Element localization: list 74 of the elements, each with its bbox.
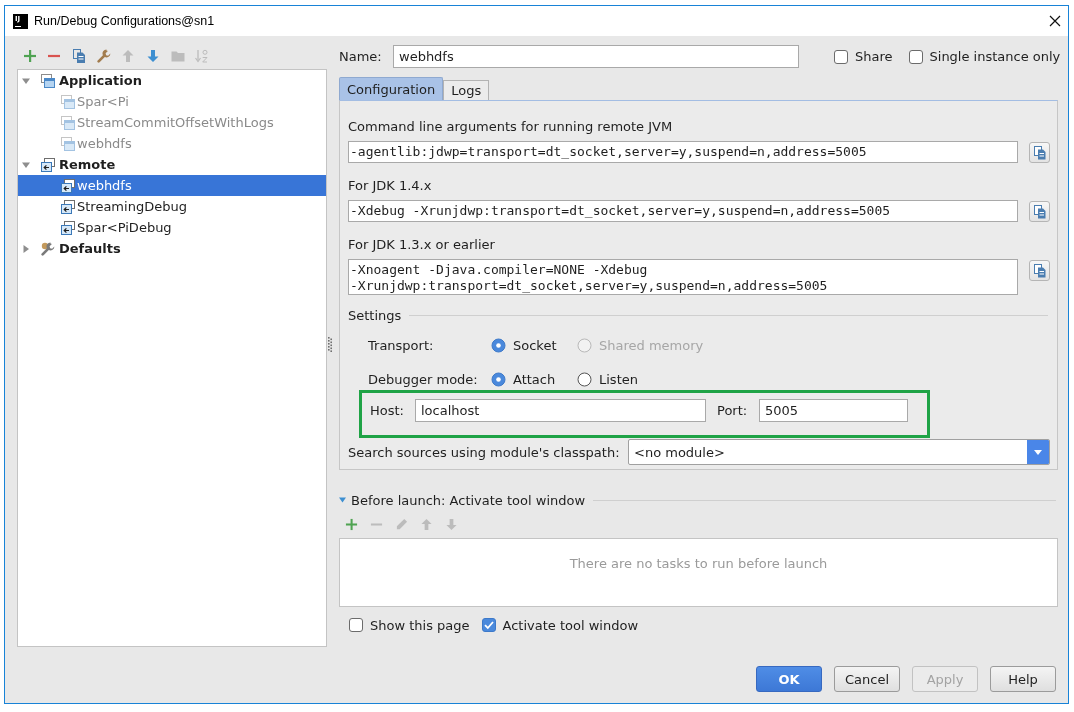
radio-label[interactable]: Socket: [513, 337, 557, 353]
radio-label: Shared memory: [599, 337, 704, 353]
remote-window-icon: [41, 157, 55, 172]
window-icon: [41, 73, 55, 88]
port-label: Port:: [717, 402, 749, 420]
checkbox-label[interactable]: Share: [855, 49, 893, 64]
radio-button[interactable]: [577, 371, 592, 387]
module-dropdown[interactable]: <no module>: [628, 439, 1050, 465]
tab[interactable]: Configuration: [339, 77, 444, 100]
tree-item[interactable]: StreamingDebug: [18, 196, 326, 217]
host-label: Host:: [370, 402, 405, 420]
field-label: For JDK 1.3.x or earlier: [348, 237, 496, 253]
tree-item[interactable]: webhdfs: [18, 175, 326, 196]
window-icon: [61, 94, 75, 109]
checkbox[interactable]: [908, 49, 923, 64]
wrench-icon: [41, 241, 55, 256]
dialog-button[interactable]: OK: [756, 666, 822, 692]
caret-icon[interactable]: [22, 76, 30, 85]
dialog-button[interactable]: Help: [990, 666, 1056, 692]
radio-group-label: Debugger mode:: [368, 371, 479, 387]
empty-message: There are no tasks to run before launch: [569, 556, 828, 572]
checkbox[interactable]: [481, 618, 496, 632]
checkbox-label[interactable]: Activate tool window: [502, 617, 638, 633]
tree-item[interactable]: Defaults: [18, 238, 326, 259]
dialog-button[interactable]: Cancel: [834, 666, 900, 692]
window-title: Run/Debug Configurations@sn1: [34, 14, 215, 28]
tree-item[interactable]: Spar<Pi: [18, 91, 326, 112]
checkbox[interactable]: [349, 618, 363, 632]
copy-icon: [1033, 145, 1046, 160]
copy-icon: [1033, 204, 1046, 219]
radio-label[interactable]: Attach: [513, 371, 556, 387]
copy-button[interactable]: [1029, 260, 1050, 281]
tree-item[interactable]: webhdfs: [18, 133, 326, 154]
radio-group-label: Transport:: [368, 337, 435, 353]
add-icon[interactable]: [22, 49, 37, 63]
remote-window-icon: [61, 220, 75, 235]
arguments-field[interactable]: -Xdebug -Xrunjdwp:transport=dt_socket,server=y,suspend=n,address=5005: [348, 200, 1018, 222]
tree-item[interactable]: StreamCommitOffsetWithLogs: [18, 112, 326, 133]
name-label: Name:: [339, 49, 383, 64]
caret-icon[interactable]: [22, 160, 30, 169]
checkbox-label[interactable]: Single instance only: [929, 49, 1061, 64]
tree-item[interactable]: Application: [18, 70, 326, 91]
add-icon[interactable]: [345, 518, 358, 531]
radio-button[interactable]: [491, 337, 506, 353]
field-label: For JDK 1.4.x: [348, 178, 433, 194]
checkbox[interactable]: [834, 49, 848, 64]
caret-icon[interactable]: [339, 497, 346, 503]
module-label: Search sources using module's classpath:: [348, 444, 621, 460]
splitter-handle[interactable]: [328, 337, 332, 352]
host-field[interactable]: localhost: [415, 399, 706, 422]
caret-icon[interactable]: [22, 244, 30, 253]
copy-icon[interactable]: [71, 49, 86, 63]
tree-item[interactable]: Spar<PiDebug: [18, 217, 326, 238]
checkbox-label[interactable]: Show this page: [370, 617, 470, 633]
wrench-icon[interactable]: [96, 49, 111, 63]
section-title: Settings: [348, 307, 402, 323]
tab[interactable]: Logs: [443, 80, 490, 100]
copy-button[interactable]: [1029, 142, 1050, 163]
copy-button[interactable]: [1029, 201, 1050, 222]
radio-label[interactable]: Listen: [599, 371, 638, 387]
port-field[interactable]: 5005: [759, 399, 908, 422]
remote-window-icon: [61, 199, 75, 214]
section-title: Before launch: Activate tool window: [351, 492, 586, 508]
name-field[interactable]: webhdfs: [393, 45, 799, 68]
radio-button[interactable]: [491, 371, 506, 387]
arguments-field[interactable]: -Xnoagent -Djava.compiler=NONE -Xdebug -Xrunjdwp:transport=dt_socket,server=y,suspend=n,address=5005: [348, 259, 1018, 295]
copy-icon: [1033, 263, 1046, 278]
tree-item[interactable]: Remote: [18, 154, 326, 175]
remote-window-icon: [61, 178, 75, 193]
window-icon: [61, 136, 75, 151]
arguments-field[interactable]: -agentlib:jdwp=transport=dt_socket,server=y,suspend=n,address=5005: [348, 141, 1018, 163]
field-label: Command line arguments for running remote JVM: [348, 119, 674, 135]
close-icon[interactable]: [1049, 15, 1061, 27]
window-icon: [61, 115, 75, 130]
